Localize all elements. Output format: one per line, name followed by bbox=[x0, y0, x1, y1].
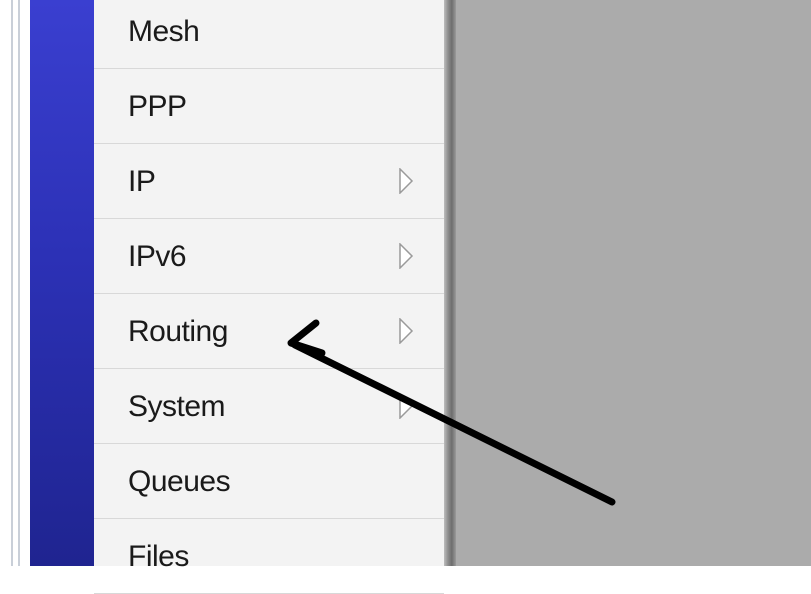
menu-item-mesh[interactable]: Mesh bbox=[94, 0, 444, 69]
menu-item-label: PPP bbox=[128, 90, 187, 123]
edge-line bbox=[11, 0, 13, 566]
menu-item-files[interactable]: Files bbox=[94, 519, 444, 594]
menu-item-queues[interactable]: Queues bbox=[94, 444, 444, 519]
edge-line bbox=[18, 0, 20, 566]
menu-item-label: Mesh bbox=[128, 15, 200, 48]
submenu-arrow-icon bbox=[399, 393, 414, 419]
brand-strip bbox=[30, 0, 94, 566]
submenu-arrow-icon bbox=[399, 318, 414, 344]
menu-item-label: Routing bbox=[128, 315, 228, 348]
menu-item-label: Files bbox=[128, 540, 189, 573]
menu-item-system[interactable]: System bbox=[94, 369, 444, 444]
submenu-arrow-icon bbox=[399, 243, 414, 269]
menu-item-ipv6[interactable]: IPv6 bbox=[94, 219, 444, 294]
submenu-arrow-icon bbox=[399, 168, 414, 194]
menu-item-label: System bbox=[128, 390, 226, 423]
menu-item-ppp[interactable]: PPP bbox=[94, 69, 444, 144]
panel-splitter[interactable] bbox=[444, 0, 456, 566]
window-left-edge bbox=[0, 0, 30, 566]
menu-item-routing[interactable]: Routing bbox=[94, 294, 444, 369]
menu-item-label: Queues bbox=[128, 465, 231, 498]
main-menu: Mesh PPP IP IPv6 Routing System Queues F… bbox=[94, 0, 444, 594]
workspace-area bbox=[456, 0, 811, 566]
menu-item-ip[interactable]: IP bbox=[94, 144, 444, 219]
menu-item-label: IP bbox=[128, 165, 156, 198]
menu-item-label: IPv6 bbox=[128, 240, 187, 273]
